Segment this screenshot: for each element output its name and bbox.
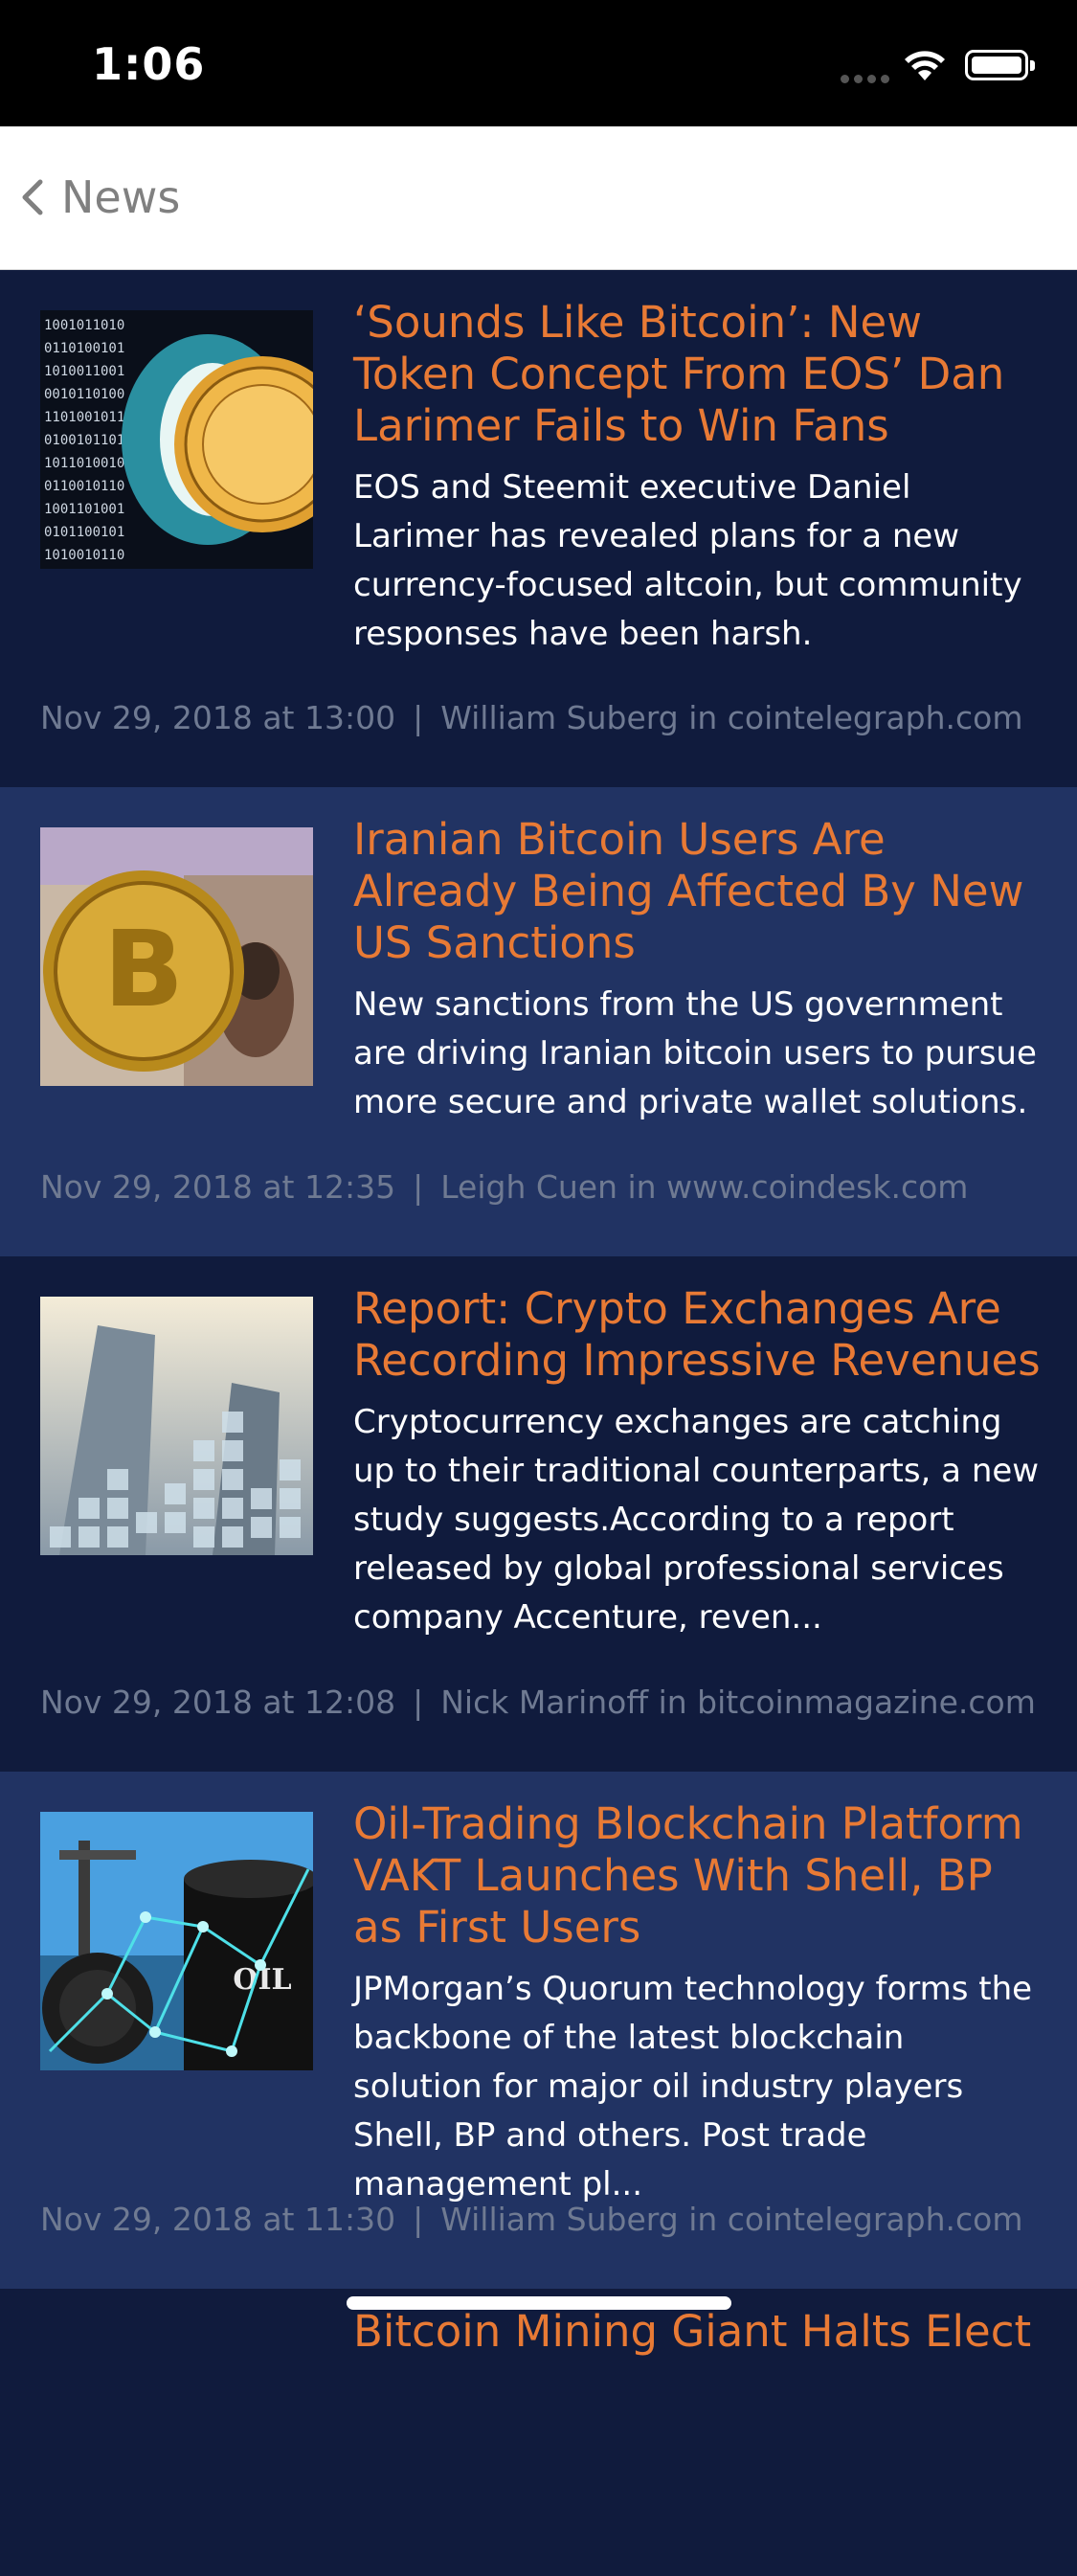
article-card[interactable]: B Iranian Bitcoin Users Are Already Bein…	[0, 787, 1077, 1256]
article-date: Nov 29, 2018 at 13:00	[40, 699, 396, 736]
wifi-icon	[902, 48, 948, 86]
article-meta: Nov 29, 2018 at 11:30 | William Suberg in …	[40, 2201, 1023, 2238]
back-button-label: News	[61, 171, 181, 223]
article-summary: Cryptocurrency exchanges are catching up…	[353, 1403, 1040, 1637]
article-date: Nov 29, 2018 at 11:30	[40, 2201, 396, 2238]
article-title[interactable]: Report: Crypto Exchanges Are Recording I…	[353, 1283, 1043, 1387]
article-title[interactable]: ‘Sounds Like Bitcoin’: New Token Concept…	[353, 297, 1043, 452]
article-title-partial[interactable]: Bitcoin Mining Giant Halts Elect	[353, 2306, 1031, 2357]
article-meta: Nov 29, 2018 at 12:08 | Nick Marinoff in b…	[40, 1683, 1036, 1721]
status-time: 1:06	[92, 38, 206, 90]
svg-text:0101100101: 0101100101	[44, 525, 124, 540]
svg-text:1101001011: 1101001011	[44, 410, 124, 425]
article-summary: EOS and Steemit executive Daniel Larimer…	[353, 468, 1022, 653]
svg-text:1010010110: 1010010110	[44, 548, 124, 563]
news-feed[interactable]: 1001011010 0110100101 1010011001 001011010…	[0, 270, 1077, 2576]
article-thumbnail: 1001011010 0110100101 1010011001 001011010…	[40, 310, 313, 569]
svg-text:1001101001: 1001101001	[44, 502, 124, 517]
cellular-signal-icon	[841, 69, 894, 87]
article-card[interactable]: Report: Crypto Exchanges Are Recording I…	[0, 1256, 1077, 1772]
article-thumbnail: OIL	[40, 1812, 313, 2070]
svg-text:0110100101: 0110100101	[44, 341, 124, 356]
navigation-bar: News	[0, 126, 1077, 270]
svg-text:1011010010: 1011010010	[44, 456, 124, 471]
article-thumbnail	[40, 1297, 313, 1555]
article-author-source: William Suberg in cointelegraph.com	[440, 2201, 1023, 2238]
home-indicator[interactable]	[347, 2296, 731, 2310]
article-author-source: William Suberg in cointelegraph.com	[440, 699, 1023, 736]
article-summary: JPMorgan’s Quorum technology forms the b…	[353, 1970, 1033, 2203]
article-author-source: Nick Marinoff in bitcoinmagazine.com	[440, 1683, 1036, 1721]
chevron-left-icon	[22, 179, 43, 215]
svg-text:1001011010: 1001011010	[44, 318, 124, 333]
svg-text:0110010110: 0110010110	[44, 479, 124, 494]
back-button[interactable]: News	[19, 167, 180, 228]
article-meta: Nov 29, 2018 at 12:35 | Leigh Cuen in www.…	[40, 1168, 969, 1206]
article-card[interactable]: OIL Oil-Trading Blockchain Platform VAKT…	[0, 1772, 1077, 2289]
svg-text:0010110100: 0010110100	[44, 387, 124, 402]
svg-text:0100101101: 0100101101	[44, 433, 124, 448]
article-date: Nov 29, 2018 at 12:35	[40, 1168, 396, 1206]
battery-icon	[965, 50, 1035, 80]
article-author-source: Leigh Cuen in www.coindesk.com	[440, 1168, 969, 1206]
article-thumbnail: B	[40, 827, 313, 1086]
svg-text:1010011001: 1010011001	[44, 364, 124, 379]
article-meta: Nov 29, 2018 at 13:00 | William Suberg in …	[40, 699, 1023, 736]
article-title[interactable]: Oil-Trading Blockchain Platform VAKT Lau…	[353, 1798, 1043, 1954]
article-card[interactable]: 1001011010 0110100101 1010011001 001011010…	[0, 270, 1077, 787]
article-title[interactable]: Iranian Bitcoin Users Are Already Being …	[353, 814, 1043, 969]
article-date: Nov 29, 2018 at 12:08	[40, 1683, 396, 1721]
svg-text:B: B	[103, 908, 184, 1030]
article-summary: New sanctions from the US government are…	[353, 985, 1037, 1121]
status-bar: 1:06	[0, 0, 1077, 126]
